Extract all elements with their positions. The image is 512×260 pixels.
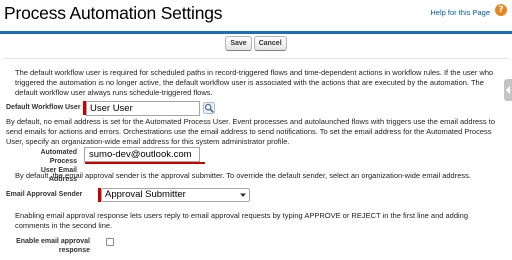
cancel-button[interactable]: Cancel: [253, 36, 287, 51]
page-title: Process Automation Settings: [4, 3, 223, 23]
lookup-magnifier-icon[interactable]: [203, 102, 215, 114]
label-line: Enable email approval: [16, 238, 90, 245]
divider: [4, 58, 508, 59]
default-workflow-user-label: Default Workflow User: [6, 104, 81, 111]
label-line: response: [58, 247, 90, 254]
process-user-email-description: By default, no email address is set for …: [6, 117, 496, 146]
help-icon[interactable]: ?: [495, 4, 507, 16]
help-link[interactable]: Help for this Page: [430, 8, 490, 17]
button-row: Save Cancel: [0, 36, 512, 54]
email-approval-sender-select[interactable]: Approval Submitter: [101, 188, 250, 202]
email-sender-description: By default, the email approval sender is…: [15, 171, 471, 180]
enable-email-approval-label: Enable email approval response: [6, 237, 90, 255]
error-underline: [85, 162, 205, 164]
default-workflow-user-input[interactable]: User User: [86, 101, 200, 116]
header-accent-bar: [0, 31, 512, 34]
workflow-user-description: The default workflow user is required fo…: [15, 68, 494, 97]
save-button[interactable]: Save: [225, 36, 252, 51]
selected-option: Approval Submitter: [105, 189, 186, 200]
email-approval-sender-label: Email Approval Sender: [6, 191, 83, 198]
collapse-arrow-icon[interactable]: [504, 79, 512, 101]
process-user-email-input[interactable]: sumo-dev@outlook.com: [84, 147, 200, 162]
label-line: Automated Process: [40, 149, 77, 165]
email-approval-description: Enabling email approval response lets us…: [15, 211, 469, 230]
enable-email-approval-checkbox[interactable]: [106, 238, 114, 246]
chevron-down-icon: [240, 193, 246, 197]
